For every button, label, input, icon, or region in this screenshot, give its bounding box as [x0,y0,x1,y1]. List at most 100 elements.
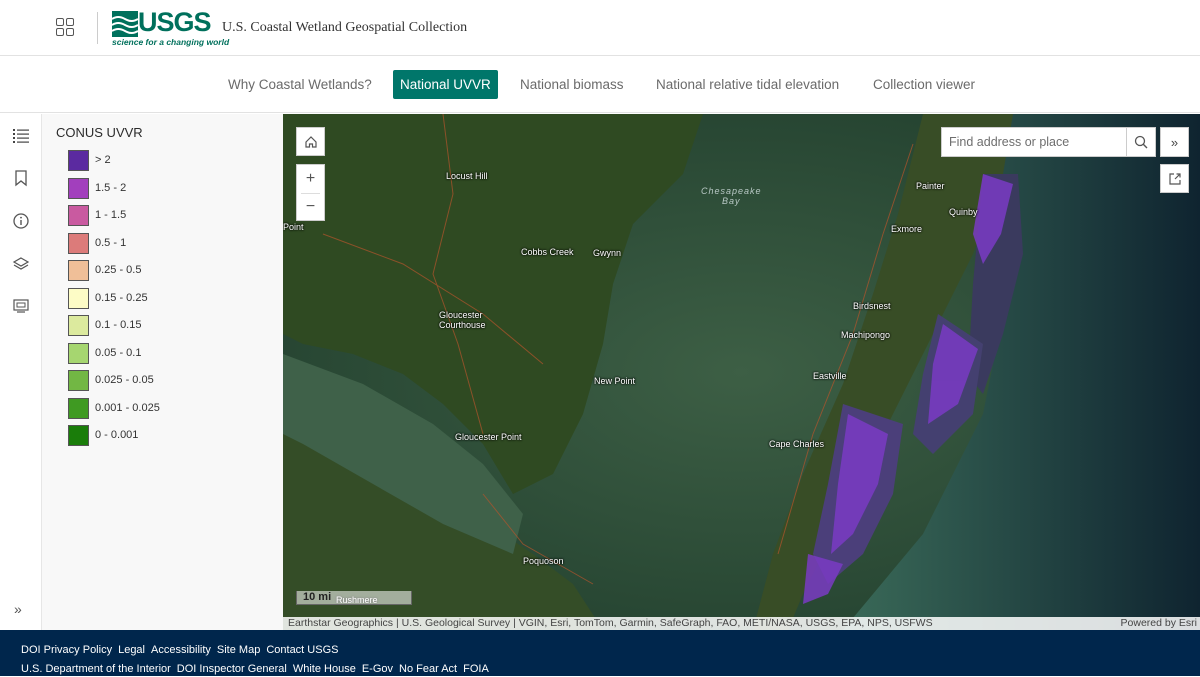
footer-links-row-2: U.S. Department of the Interior DOI Inspe… [21,659,495,677]
nav-national-biomass[interactable]: National biomass [513,70,631,99]
place-name: Cobbs Creek [521,247,574,257]
grid-icon[interactable] [56,18,75,37]
place-name: Eastville [813,371,847,381]
footer-link[interactable]: Accessibility [151,644,211,656]
place-name: Painter [916,181,945,191]
info-icon[interactable] [12,212,30,230]
legend-swatch [68,370,89,391]
share-button[interactable] [1160,164,1189,193]
home-button[interactable] [296,127,325,156]
map-attribution: Earthstar Geographics | U.S. Geological … [283,617,1200,630]
map-place-label: New Point [594,376,635,386]
legend-swatch [68,287,89,309]
site-title[interactable]: U.S. Coastal Wetland Geospatial Collecti… [222,20,467,36]
map-place-label: Poquoson [523,556,564,566]
water-label-chesapeake-bay: Chesapeake Bay [701,186,762,206]
usgs-logo[interactable]: USGS science for a changing world [112,7,229,49]
expand-panel-button[interactable]: » [1160,127,1189,157]
map-place-label: Exmore [891,224,922,234]
place-name: Birdsnest [853,301,891,311]
nav-national-uvvr[interactable]: National UVVR [393,70,498,99]
legend-label: 0.05 - 0.1 [95,346,142,359]
scale-bar: 10 mi [296,591,412,605]
share-icon [1168,172,1181,185]
place-name: Cape Charles [769,439,825,449]
search-button[interactable] [1126,127,1156,157]
legend-swatch [68,205,89,226]
footer-link[interactable]: Contact USGS [266,644,338,656]
place-name: Poquoson [523,556,564,566]
search-widget [941,127,1128,157]
legend-label: 1.5 - 2 [95,181,127,194]
home-icon [304,135,317,148]
map-place-label: Eastville [813,371,847,381]
nav-collection-viewer[interactable]: Collection viewer [866,70,982,99]
map-place-label: Gloucester Point [455,432,522,442]
footer-link[interactable]: FOIA [463,663,489,675]
legend-label: 0.001 - 0.025 [95,401,160,414]
nav-national-relative-tidal-elevation[interactable]: National relative tidal elevation [649,70,846,99]
legend-swatch [68,150,89,171]
legend-label: > 2 [95,154,111,166]
usgs-wave-icon [112,11,138,37]
nav-why-coastal-wetlands[interactable]: Why Coastal Wetlands? [221,70,379,99]
attribution-text[interactable]: Earthstar Geographics | U.S. Geological … [288,617,933,630]
map-place-label: Painter [916,181,945,191]
legend-swatch [68,397,89,419]
place-name: Point [283,222,304,232]
site-header: USGS science for a changing world U.S. C… [0,0,1200,56]
double-chevron-right-icon[interactable]: » [14,601,32,619]
place-name: Gloucester Courthouse [439,310,486,330]
footer-link[interactable]: DOI Privacy Policy [21,644,112,656]
legend-panel: CONUS UVVR > 2 1.5 - 2 1 - 1.5 0.5 - 1 0.25 … [42,114,283,630]
map-view[interactable]: Chesapeake Bay Point Locust Hill Cobbs Cre… [283,114,1200,630]
legend-swatch [68,315,89,336]
map-place-label: Gloucester Courthouse [439,310,486,330]
zoom-control: + − [296,164,325,221]
footer-links-row-1: DOI Privacy Policy Legal Accessibility Site… [21,640,344,658]
zoom-in-button[interactable]: + [297,165,324,193]
place-name: Exmore [891,224,923,234]
legend-label: 0.25 - 0.5 [95,264,142,276]
legend-label: 0.1 - 0.15 [95,319,142,331]
bookmark-icon[interactable] [12,169,30,187]
logo-tagline: science for a changing world [112,37,230,47]
map-place-label: Cobbs Creek [521,247,574,257]
scale-label: 10 mi [303,591,332,603]
site-footer: DOI Privacy Policy Legal Accessibility Site… [0,630,1200,676]
search-icon [1134,135,1148,149]
place-name: Machipongo [841,330,891,340]
legend-swatch [68,342,89,364]
legend-list-icon[interactable] [12,127,30,145]
basemap-gallery-icon[interactable] [12,297,30,315]
place-name: Gwynn [593,248,622,258]
legend-swatch [68,177,89,199]
legend-label: 0 - 0.001 [95,429,139,441]
map-place-label: Machipongo [841,330,890,340]
place-name: Quinby [949,207,978,217]
footer-link[interactable]: Legal [118,644,145,656]
zoom-out-button[interactable]: − [297,193,324,221]
map-place-label: Gwynn [593,248,621,258]
legend-swatch [68,425,89,446]
legend-label: 0.025 - 0.05 [95,374,154,386]
footer-link[interactable]: Site Map [217,644,260,656]
legend-label: 0.5 - 1 [95,236,127,249]
search-input[interactable] [942,128,1128,156]
header-divider [97,12,98,44]
footer-link[interactable]: E-Gov [362,663,393,675]
map-place-label: Cape Charles [769,439,824,449]
legend-label: 0.15 - 0.25 [95,291,148,304]
map-place-label: Quinby [949,207,978,217]
footer-link[interactable]: DOI Inspector General [177,663,287,675]
layers-icon[interactable] [12,255,30,273]
legend-swatch [68,260,89,281]
footer-link[interactable]: White House [293,663,356,675]
legend-label: 1 - 1.5 [95,209,127,221]
map-place-label: Birdsnest [853,301,891,311]
powered-by-esri[interactable]: Powered by Esri [1121,617,1197,630]
footer-link[interactable]: U.S. Department of the Interior [21,663,171,675]
map-place-label: Point [283,222,304,232]
main-nav: Why Coastal Wetlands? National UVVR Nati… [0,57,1200,113]
footer-link[interactable]: No Fear Act [399,663,457,675]
